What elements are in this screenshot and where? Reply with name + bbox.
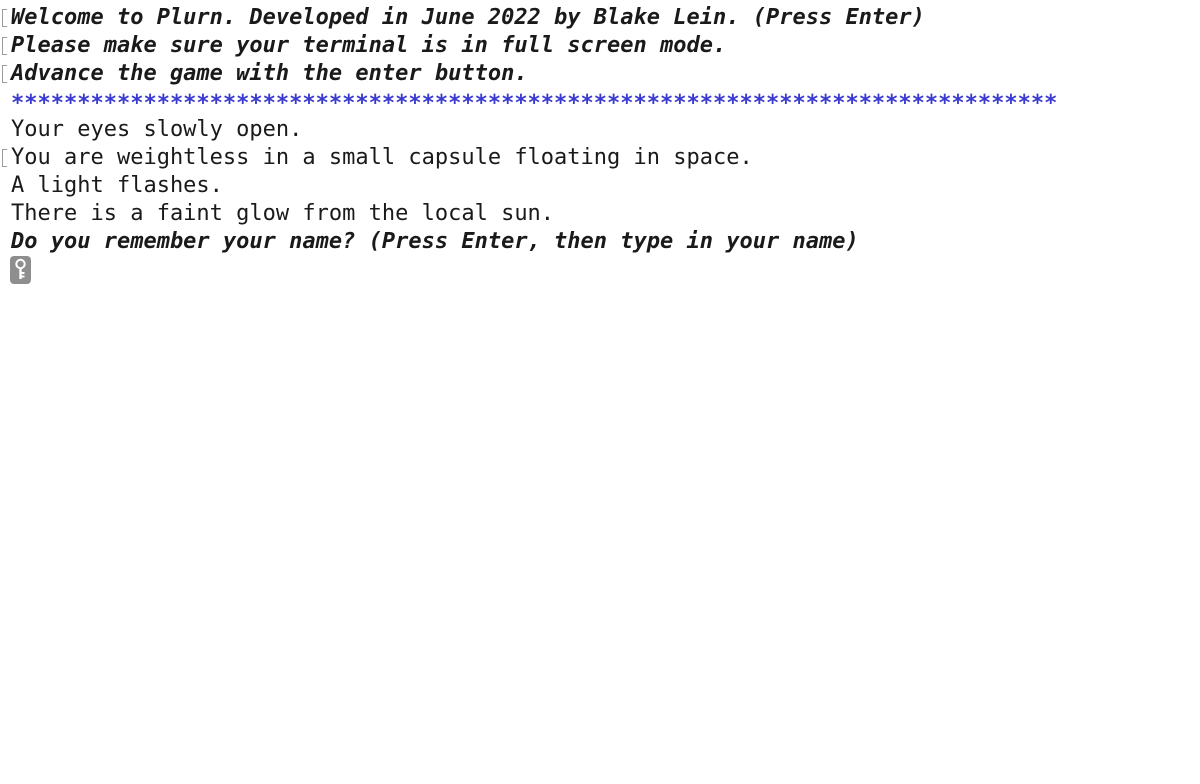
story-line-light: A light flashes. [11, 173, 223, 198]
line-marker [2, 65, 7, 83]
line-marker [2, 149, 7, 167]
welcome-line: Welcome to Plurn. Developed in June 2022… [11, 5, 925, 30]
name-prompt-line: Do you remember your name? (Press Enter,… [11, 229, 859, 254]
fullscreen-notice-line: Please make sure your terminal is in ful… [11, 33, 727, 58]
key-icon[interactable] [10, 256, 31, 284]
story-line-glow: There is a faint glow from the local sun… [11, 201, 555, 226]
separator-line: ****************************************… [11, 91, 1058, 116]
line-marker [2, 37, 7, 55]
advance-instruction-line: Advance the game with the enter button. [11, 61, 528, 86]
story-line-eyes: Your eyes slowly open. [11, 117, 303, 142]
story-line-capsule: You are weightless in a small capsule fl… [11, 145, 753, 170]
line-marker [2, 9, 7, 27]
terminal-window[interactable]: Welcome to Plurn. Developed in June 2022… [0, 0, 1200, 784]
